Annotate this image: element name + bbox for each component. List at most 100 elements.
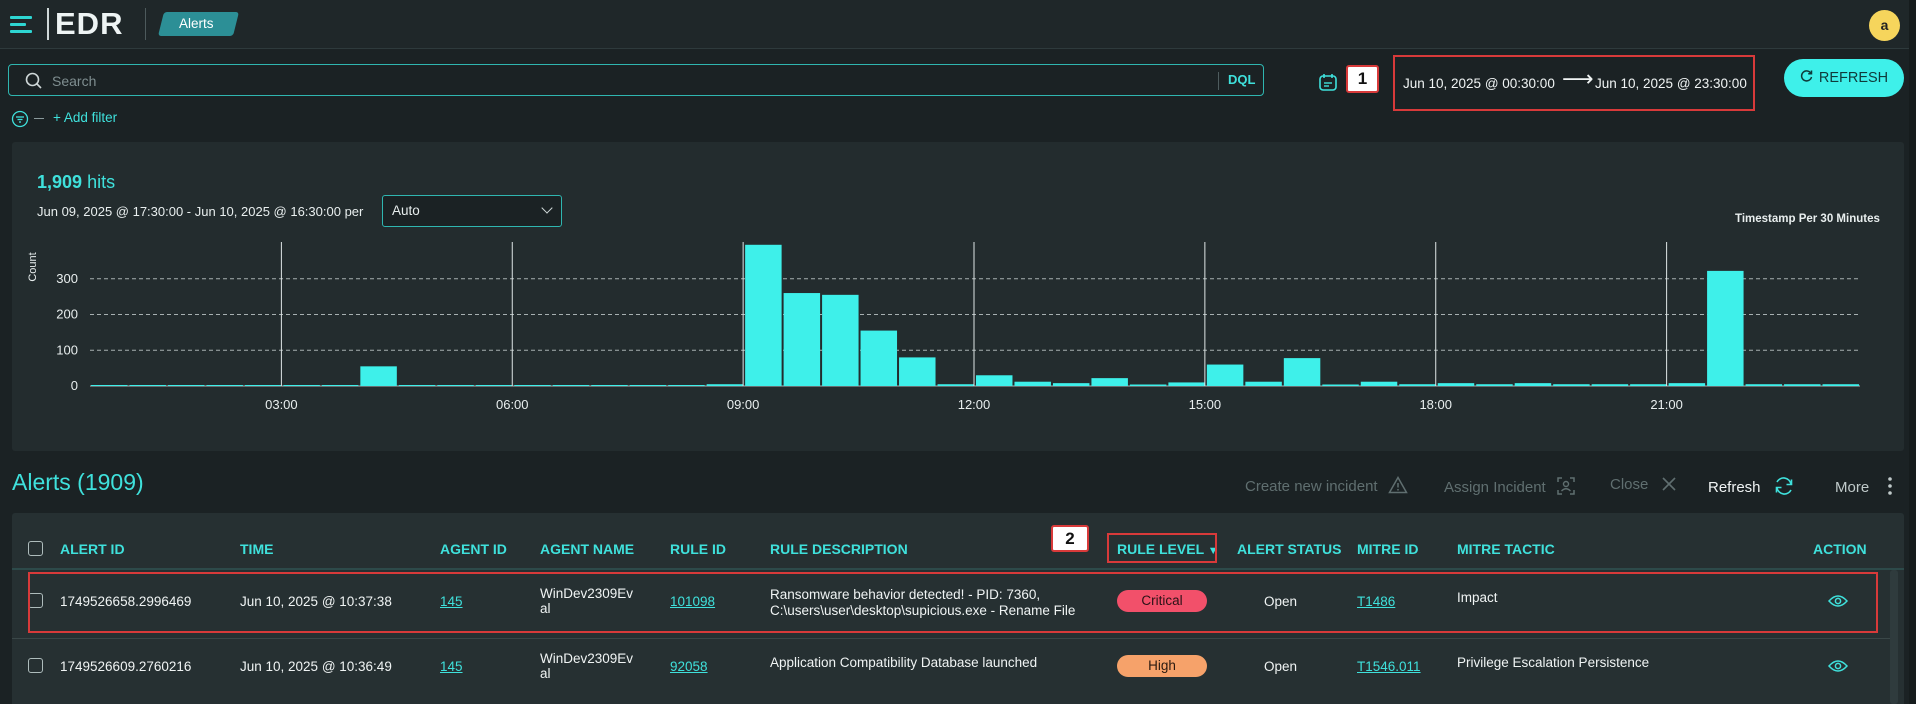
column-header-rule-id[interactable]: RULE ID bbox=[670, 541, 726, 557]
histogram-bar bbox=[937, 384, 974, 386]
histogram-bar bbox=[360, 366, 397, 386]
column-header-mitre-tactic[interactable]: MITRE TACTIC bbox=[1457, 541, 1555, 557]
column-header-alert-status[interactable]: ALERT STATUS bbox=[1237, 541, 1341, 557]
histogram-bar bbox=[668, 385, 705, 386]
interval-select[interactable]: Auto bbox=[382, 195, 562, 227]
row-rule-description: Application Compatibility Database launc… bbox=[770, 655, 1037, 670]
x-tick-label: 03:00 bbox=[265, 397, 298, 412]
histogram-bar bbox=[321, 385, 359, 386]
filter-icon[interactable] bbox=[11, 110, 29, 128]
row-agent-id-link[interactable]: 145 bbox=[440, 659, 463, 674]
histogram-bar bbox=[1822, 384, 1859, 386]
column-header-rule-description[interactable]: RULE DESCRIPTION bbox=[770, 541, 908, 557]
close-icon bbox=[1661, 477, 1676, 491]
histogram-bar bbox=[976, 375, 1013, 386]
timestamp-interval-label: Timestamp Per 30 Minutes bbox=[1735, 213, 1880, 225]
row-rule-id-link[interactable]: 92058 bbox=[670, 659, 708, 674]
histogram-bar bbox=[1245, 381, 1282, 386]
histogram-bar bbox=[1091, 378, 1128, 386]
hits-count: 1,909 hits bbox=[37, 172, 115, 193]
histogram-bar bbox=[629, 385, 667, 386]
histogram-bar bbox=[1514, 383, 1552, 386]
histogram-bar bbox=[167, 385, 205, 386]
rule-level-badge-high: High bbox=[1117, 655, 1207, 677]
header-divider bbox=[145, 8, 146, 40]
row-alert-id: 1749526609.2760216 bbox=[60, 659, 192, 674]
assign-incident-button[interactable]: Assign Incident bbox=[1444, 476, 1576, 496]
row-time: Jun 10, 2025 @ 10:36:49 bbox=[240, 659, 392, 674]
x-tick-label: 09:00 bbox=[727, 397, 760, 412]
refresh-button-label: REFRESH bbox=[1818, 70, 1889, 86]
histogram-bar bbox=[1707, 270, 1744, 386]
histogram-bar bbox=[1014, 381, 1051, 386]
histogram-bar bbox=[1322, 384, 1359, 386]
histogram-bar bbox=[1745, 384, 1783, 386]
histogram-bar bbox=[91, 385, 128, 386]
column-header-action: ACTION bbox=[1813, 541, 1867, 557]
table-scrollbar[interactable] bbox=[1890, 570, 1898, 704]
add-filter-link[interactable]: + Add filter bbox=[53, 110, 117, 125]
y-tick-label: 300 bbox=[56, 271, 78, 286]
date-end[interactable]: Jun 10, 2025 @ 23:30:00 bbox=[1595, 76, 1747, 91]
histogram-bar bbox=[706, 384, 744, 386]
histogram-bar bbox=[1553, 384, 1590, 386]
search-bar[interactable]: DQL bbox=[8, 64, 1264, 96]
histogram-bar bbox=[398, 385, 436, 386]
breadcrumb-alerts[interactable]: Alerts bbox=[158, 12, 239, 36]
column-header-mitre-id[interactable]: MITRE ID bbox=[1357, 541, 1418, 557]
histogram-bar bbox=[591, 385, 628, 386]
refresh-button[interactable]: REFRESH bbox=[1784, 59, 1904, 97]
top-bar bbox=[0, 0, 1916, 49]
hits-label: hits bbox=[87, 172, 116, 192]
table-header-divider bbox=[12, 568, 1904, 570]
refresh-table-button[interactable]: Refresh bbox=[1708, 476, 1795, 496]
dql-divider bbox=[1218, 72, 1219, 90]
column-header-agent-id[interactable]: AGENT ID bbox=[440, 541, 507, 557]
column-header-alert-id[interactable]: ALERT ID bbox=[60, 541, 125, 557]
histogram-bar bbox=[1437, 383, 1475, 386]
row-checkbox[interactable] bbox=[28, 658, 43, 673]
close-alert-button[interactable]: Close bbox=[1610, 476, 1677, 493]
close-label: Close bbox=[1610, 476, 1649, 493]
user-avatar[interactable]: a bbox=[1869, 10, 1900, 41]
row-mitre-tactic: Privilege Escalation Persistence bbox=[1457, 655, 1650, 670]
rule-level-highlight bbox=[1107, 533, 1217, 563]
sync-icon bbox=[1775, 477, 1793, 495]
assign-user-icon bbox=[1557, 477, 1575, 495]
histogram-bar bbox=[1784, 384, 1821, 386]
agent-name-line: al bbox=[540, 666, 551, 681]
column-header-time[interactable]: TIME bbox=[240, 541, 273, 557]
row-mitre-id-link[interactable]: T1546.011 bbox=[1357, 659, 1421, 674]
select-all-checkbox[interactable] bbox=[28, 541, 43, 556]
histogram-range: Jun 09, 2025 @ 17:30:00 - Jun 10, 2025 @… bbox=[37, 204, 364, 219]
x-tick-label: 21:00 bbox=[1650, 397, 1683, 412]
hamburger-menu-icon[interactable] bbox=[10, 14, 36, 36]
histogram-bar bbox=[475, 385, 513, 386]
dql-toggle[interactable]: DQL bbox=[1228, 72, 1255, 87]
selected-row-highlight bbox=[28, 572, 1878, 633]
arrow-right-icon: ⟶ bbox=[1562, 66, 1594, 91]
histogram-bar bbox=[899, 357, 936, 386]
refresh-icon bbox=[1800, 70, 1813, 82]
histogram-bar bbox=[437, 385, 474, 386]
x-tick-label: 18:00 bbox=[1419, 397, 1452, 412]
create-incident-label: Create new incident bbox=[1245, 478, 1378, 495]
histogram-bar bbox=[860, 330, 898, 386]
histogram-bar bbox=[1168, 382, 1205, 386]
brand-logo: EDR bbox=[55, 6, 124, 41]
column-header-agent-name[interactable]: AGENT NAME bbox=[540, 541, 634, 557]
more-actions-button[interactable]: More bbox=[1835, 476, 1893, 496]
page-scrollbar[interactable] bbox=[1909, 0, 1916, 704]
calendar-icon[interactable] bbox=[1318, 72, 1338, 92]
histogram-bar bbox=[283, 385, 320, 386]
date-start[interactable]: Jun 10, 2025 @ 00:30:00 bbox=[1403, 76, 1555, 91]
histogram-bar bbox=[1668, 383, 1706, 386]
assign-incident-label: Assign Incident bbox=[1444, 479, 1546, 496]
histogram-bar bbox=[552, 385, 590, 386]
histogram-bar bbox=[514, 385, 551, 386]
kebab-menu-icon bbox=[1888, 477, 1893, 495]
create-incident-button[interactable]: Create new incident bbox=[1245, 475, 1408, 495]
search-input[interactable] bbox=[52, 70, 1202, 92]
search-icon bbox=[25, 72, 42, 89]
view-eye-icon[interactable] bbox=[1828, 659, 1848, 673]
